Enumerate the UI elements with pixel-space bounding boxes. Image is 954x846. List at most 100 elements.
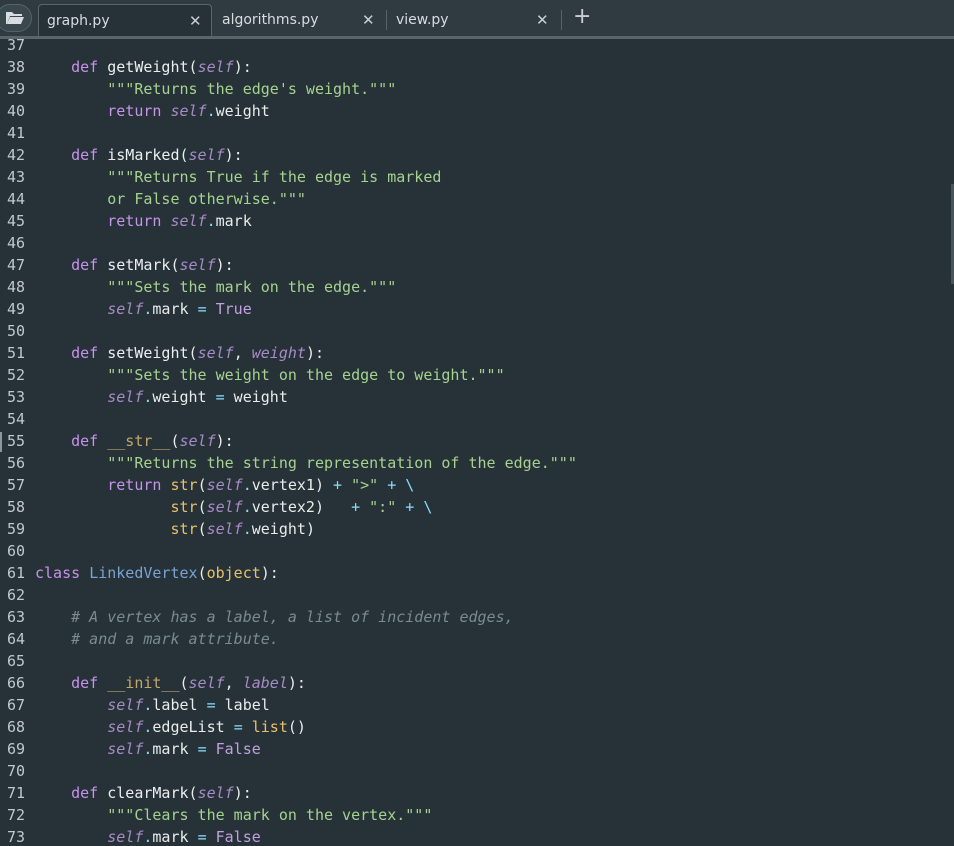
code-token: """Returns the edge's weight.""" [107, 80, 397, 98]
code-token: ( [179, 674, 189, 692]
code-text: return str(self.vertex1) + ">" + \ [35, 474, 414, 496]
code-token: str [170, 476, 198, 494]
line-number: 63 [7, 608, 26, 626]
code-line[interactable]: 71 def clearMark(self): [0, 782, 954, 804]
code-token: self [170, 102, 207, 120]
code-line[interactable]: 62 [0, 584, 954, 606]
code-line[interactable]: 65 [0, 650, 954, 672]
line-number: 47 [7, 256, 26, 274]
code-line[interactable]: 56 """Returns the string representation … [0, 452, 954, 474]
code-token: return [107, 476, 162, 494]
code-token: """Clears the mark on the vertex.""" [107, 806, 433, 824]
code-token: __init__ [107, 674, 180, 692]
code-token: ">" [351, 476, 379, 494]
code-token: ( [179, 146, 189, 164]
code-token: clearMark [107, 784, 189, 802]
code-token: or False otherwise.""" [107, 190, 306, 208]
code-line[interactable]: 59 str(self.weight) [0, 518, 954, 540]
code-token: setMark [107, 256, 171, 274]
code-line[interactable]: 48 """Sets the mark on the edge.""" [0, 276, 954, 298]
line-number: 38 [7, 58, 26, 76]
code-line[interactable]: 61 class LinkedVertex(object): [0, 562, 954, 584]
code-line[interactable]: 55 def __str__(self): [0, 430, 954, 452]
code-token: ): [233, 784, 252, 802]
code-text: return self.mark [35, 210, 252, 232]
gutter-marker [0, 432, 2, 452]
code-line[interactable]: 52 """Sets the weight on the edge to wei… [0, 364, 954, 386]
tab-graph-py[interactable]: graph.py ✕ [38, 4, 212, 36]
code-line[interactable]: 45 return self.mark [0, 210, 954, 232]
code-token: label [242, 674, 288, 692]
code-line[interactable]: 40 return self.weight [0, 100, 954, 122]
line-number: 43 [7, 168, 26, 186]
code-token: = [197, 300, 207, 318]
code-line[interactable]: 42 def isMarked(self): [0, 144, 954, 166]
code-token: self [197, 58, 234, 76]
code-line[interactable]: 47 def setMark(self): [0, 254, 954, 276]
code-line[interactable]: 73 self.mark = False [0, 826, 954, 846]
line-number: 69 [7, 740, 26, 758]
code-token: ): [260, 564, 279, 582]
code-token: + [405, 498, 415, 516]
tab-view-py[interactable]: view.py ✕ [388, 4, 558, 36]
tab-algorithms-py[interactable]: algorithms.py ✕ [214, 4, 384, 36]
code-token: label [152, 696, 207, 714]
code-line[interactable]: 51 def setWeight(self, weight): [0, 342, 954, 364]
code-token: self [179, 432, 216, 450]
code-line[interactable]: 41 [0, 122, 954, 144]
code-line[interactable]: 50 [0, 320, 954, 342]
code-line[interactable]: 43 """Returns True if the edge is marked [0, 166, 954, 188]
code-line[interactable]: 57 return str(self.vertex1) + ">" + \ [0, 474, 954, 496]
code-token: """Sets the mark on the edge.""" [107, 278, 397, 296]
code-line[interactable]: 64 # and a mark attribute. [0, 628, 954, 650]
code-token: self [188, 674, 225, 692]
code-token: ( [188, 58, 198, 76]
code-line[interactable]: 63 # A vertex has a label, a list of inc… [0, 606, 954, 628]
code-line[interactable]: 66 def __init__(self, label): [0, 672, 954, 694]
code-line[interactable]: 38 def getWeight(self): [0, 56, 954, 78]
code-line[interactable]: 70 [0, 760, 954, 782]
close-icon[interactable]: ✕ [536, 11, 549, 29]
code-token: False [215, 740, 261, 758]
code-token: = [206, 696, 216, 714]
code-line[interactable]: 69 self.mark = False [0, 738, 954, 760]
code-token: self [206, 476, 243, 494]
close-icon[interactable]: ✕ [362, 11, 375, 29]
code-line[interactable]: 68 self.edgeList = list() [0, 716, 954, 738]
code-line[interactable]: 39 """Returns the edge's weight.""" [0, 78, 954, 100]
code-line[interactable]: 54 [0, 408, 954, 430]
code-text: def setMark(self): [35, 254, 234, 276]
code-text: or False otherwise.""" [35, 188, 306, 210]
code-line[interactable]: 72 """Clears the mark on the vertex.""" [0, 804, 954, 826]
line-number: 60 [7, 542, 26, 560]
code-line[interactable]: 67 self.label = label [0, 694, 954, 716]
close-icon[interactable]: ✕ [189, 12, 202, 30]
line-number: 59 [7, 520, 26, 538]
code-line[interactable]: 58 str(self.vertex2) + ":" + \ [0, 496, 954, 518]
plus-icon[interactable]: + [573, 4, 591, 29]
code-token: class [35, 564, 81, 582]
code-token: edgeList [152, 718, 234, 736]
code-line[interactable]: 44 or False otherwise.""" [0, 188, 954, 210]
code-editor[interactable]: 37 38 def getWeight(self): 39 """Returns t… [0, 39, 954, 846]
open-folder-button[interactable] [0, 4, 32, 32]
code-token: LinkedVertex [89, 564, 198, 582]
code-line[interactable]: 46 [0, 232, 954, 254]
code-text: self.edgeList = list() [35, 716, 306, 738]
line-number: 64 [7, 630, 26, 648]
code-token: ): [233, 58, 252, 76]
code-token: ( [188, 344, 198, 362]
code-line[interactable]: 53 self.weight = weight [0, 386, 954, 408]
code-line[interactable]: 60 [0, 540, 954, 562]
code-line[interactable]: 37 [0, 39, 954, 56]
code-line[interactable]: 49 self.mark = True [0, 298, 954, 320]
